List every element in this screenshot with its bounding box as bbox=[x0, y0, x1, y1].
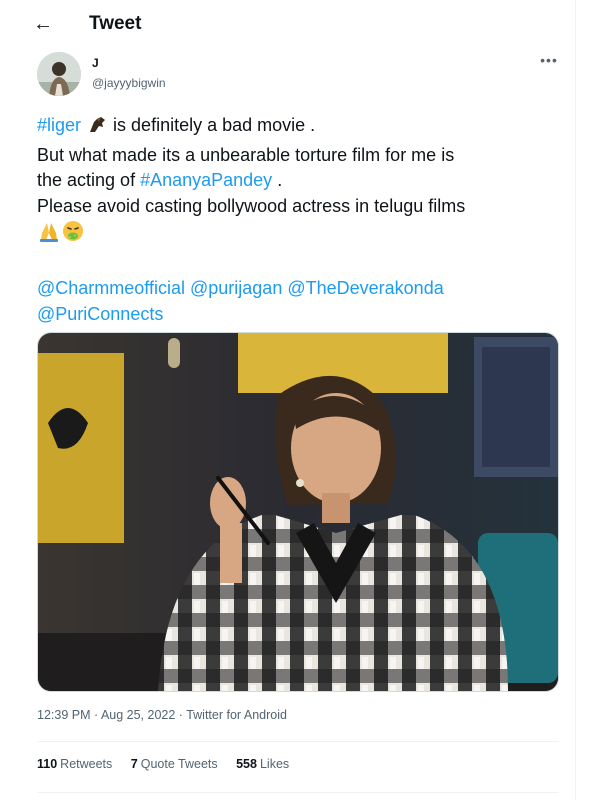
tweet-text: #liger is definitely a bad movie . But w… bbox=[37, 113, 567, 327]
tweet-line-1: #liger is definitely a bad movie . bbox=[37, 113, 567, 143]
tweet-photo[interactable] bbox=[37, 332, 559, 692]
author-name[interactable]: J bbox=[92, 56, 99, 70]
tweet-line-4: Please avoid casting bollywood actress i… bbox=[37, 195, 466, 216]
retweets-stat[interactable]: 110 Retweets bbox=[37, 757, 112, 771]
quote-tweets-label: Quote Tweets bbox=[140, 757, 218, 771]
tweet-line-1-text: is definitely a bad movie . bbox=[108, 115, 316, 135]
hashtag-liger[interactable]: #liger bbox=[37, 115, 81, 135]
meta-separator: · bbox=[90, 708, 101, 722]
tweet-date[interactable]: Aug 25, 2022 bbox=[101, 708, 175, 722]
retweets-label: Retweets bbox=[60, 757, 113, 771]
quote-tweets-count: 7 bbox=[130, 757, 138, 771]
back-button[interactable]: ← bbox=[28, 10, 58, 38]
tweet-source[interactable]: Twitter for Android bbox=[186, 708, 287, 722]
hashtag-ananyapandey[interactable]: #AnanyaPandey bbox=[140, 170, 272, 190]
likes-label: Likes bbox=[259, 757, 290, 771]
quote-tweets-stat[interactable]: 7 Quote Tweets bbox=[131, 757, 218, 771]
author-handle[interactable]: @jayyybigwin bbox=[92, 76, 166, 90]
mention-purijagan[interactable]: @purijagan bbox=[190, 278, 282, 298]
tweet-line-3: the acting of #AnanyaPandey . bbox=[37, 168, 567, 194]
mention-puriconnects[interactable]: @PuriConnects bbox=[37, 304, 163, 324]
tweet-line-5 bbox=[37, 219, 567, 251]
tweet-line-2: But what made its a unbearable torture f… bbox=[37, 144, 455, 165]
page-header: ← Tweet bbox=[0, 0, 576, 48]
mention-charmmeofficial[interactable]: @Charmmeofficial bbox=[37, 278, 185, 298]
tweet-detail-panel: ← Tweet J @jayyybigwin ••• #liger is def… bbox=[0, 0, 576, 800]
meta-separator: · bbox=[175, 708, 187, 722]
tweet-mentions-line-2: @PuriConnects bbox=[37, 302, 567, 328]
avatar[interactable] bbox=[37, 52, 81, 96]
likes-count: 558 bbox=[236, 757, 257, 771]
tweet-metadata: 12:39 PM · Aug 25, 2022 · Twitter for An… bbox=[37, 708, 287, 722]
more-icon: ••• bbox=[540, 52, 558, 68]
tweet-line-3-pre: the acting of bbox=[37, 170, 141, 190]
arrow-left-icon: ← bbox=[33, 12, 53, 35]
divider bbox=[37, 741, 559, 742]
tiger-emoji-icon bbox=[86, 113, 108, 143]
tweet-line-3-post: . bbox=[272, 170, 283, 190]
folded-hands-icon bbox=[37, 219, 61, 251]
more-options-button[interactable]: ••• bbox=[536, 52, 562, 74]
mention-thedeverakonda[interactable]: @TheDeverakonda bbox=[287, 278, 443, 298]
vomiting-face-icon bbox=[61, 219, 85, 251]
divider bbox=[37, 792, 559, 793]
page-title: Tweet bbox=[89, 13, 142, 34]
tweet-mentions-line-1: @Charmmeofficial @purijagan @TheDeverako… bbox=[37, 276, 567, 302]
likes-stat[interactable]: 558 Likes bbox=[236, 757, 289, 771]
tweet-time[interactable]: 12:39 PM bbox=[37, 708, 91, 722]
retweets-count: 110 bbox=[37, 757, 58, 771]
tweet-stats: 110 Retweets 7 Quote Tweets 558 Likes bbox=[37, 757, 304, 771]
